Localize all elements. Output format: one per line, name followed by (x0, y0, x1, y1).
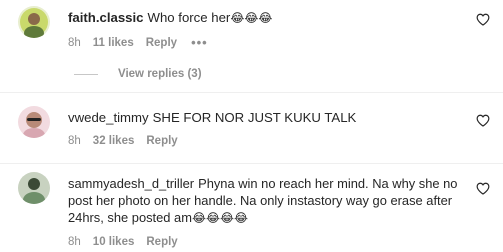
heart-icon[interactable] (476, 114, 490, 127)
comment-item: vwede_timmy SHE FOR NOR JUST KUKU TALK 8h… (0, 93, 503, 163)
replies-line (74, 73, 98, 75)
reply-button[interactable]: Reply (146, 236, 177, 248)
comment-emojis: 😂😂😂 (230, 11, 273, 25)
comment-item: faith.classic Who force her😂😂😂 8h 11 like… (0, 0, 503, 92)
comment-item: sammyadesh_d_triller Phyna win no reach h… (0, 164, 503, 252)
heart-icon[interactable] (476, 182, 490, 195)
avatar[interactable] (18, 172, 50, 204)
comment-meta: 8h 10 likes Reply (68, 236, 190, 248)
comment-likes[interactable]: 11 likes (93, 37, 134, 49)
comment-emojis: 😂😂😂😂 (191, 211, 249, 225)
view-replies[interactable]: View replies (3) (68, 68, 202, 80)
comment-text: sammyadesh_d_triller Phyna win no reach h… (68, 175, 458, 227)
comment-body: Who force her (147, 10, 231, 25)
comment-username[interactable]: sammyadesh_d_triller (68, 176, 194, 191)
comment-time: 8h (68, 236, 81, 248)
comment-username[interactable]: faith.classic (68, 10, 144, 25)
comment-username[interactable]: vwede_timmy (68, 110, 149, 125)
comment-likes[interactable]: 32 likes (93, 135, 135, 147)
comment-time: 8h (68, 135, 81, 147)
comment-meta: 8h 11 likes Reply ••• (68, 35, 220, 50)
comment-body: SHE FOR NOR JUST KUKU TALK (152, 110, 357, 125)
comment-text: vwede_timmy SHE FOR NOR JUST KUKU TALK (68, 109, 458, 126)
reply-button[interactable]: Reply (146, 135, 177, 147)
more-options-icon[interactable]: ••• (191, 35, 208, 50)
reply-button[interactable]: Reply (146, 37, 177, 49)
view-replies-label[interactable]: View replies (3) (118, 68, 202, 80)
comment-meta: 8h 32 likes Reply (68, 135, 190, 147)
comment-likes[interactable]: 10 likes (93, 236, 135, 248)
heart-icon[interactable] (476, 13, 490, 26)
comment-time: 8h (68, 36, 81, 49)
comment-text: faith.classic Who force her😂😂😂 (68, 9, 458, 27)
avatar[interactable] (18, 6, 50, 38)
avatar[interactable] (18, 106, 50, 138)
